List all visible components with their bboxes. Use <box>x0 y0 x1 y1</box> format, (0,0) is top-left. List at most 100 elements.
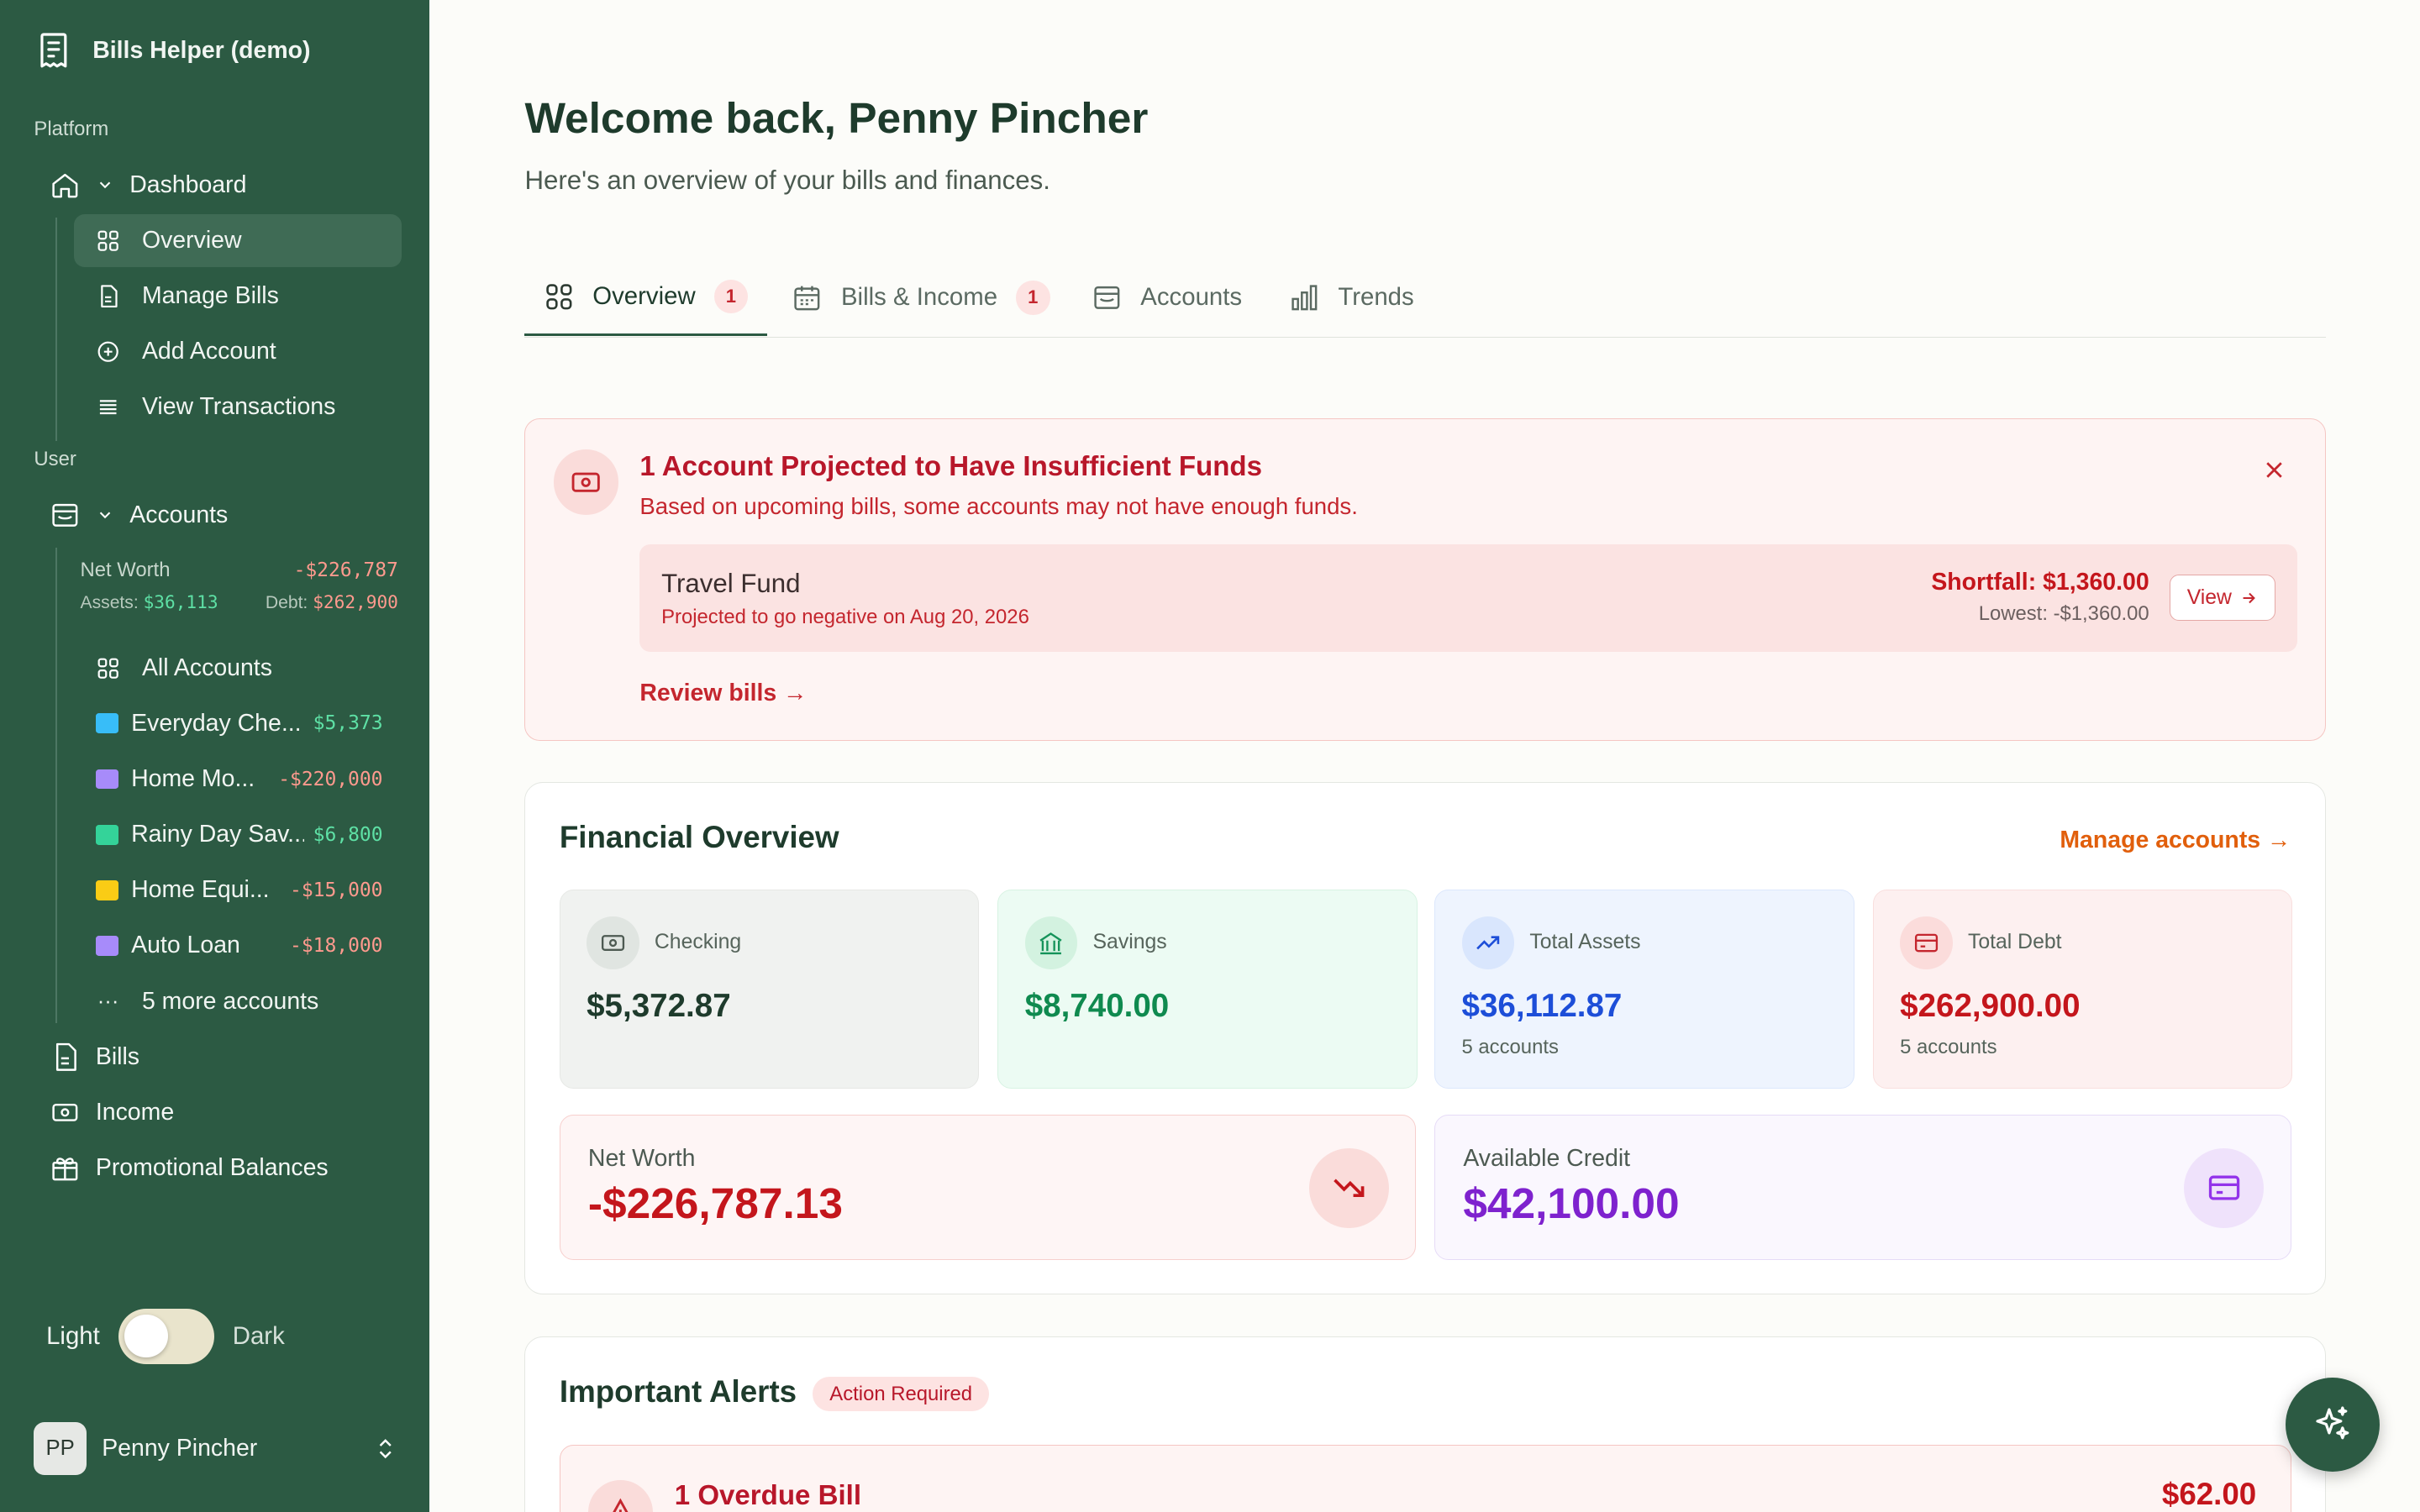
stat-subtext: 5 accounts <box>1900 1035 1997 1058</box>
available-credit-value: $42,100.00 <box>1463 1178 1680 1227</box>
sidebar-item-add-account[interactable]: Add Account <box>74 326 401 378</box>
warning-icon <box>587 1479 654 1512</box>
banknote-icon <box>587 916 639 969</box>
bank-icon <box>1024 916 1078 969</box>
account-amount: $6,800 <box>313 823 383 846</box>
stat-total-debt[interactable]: Total Debt $262,900.00 5 accounts <box>1872 889 2293 1089</box>
sidebar-item-view-transactions[interactable]: View Transactions <box>74 381 401 433</box>
user-menu[interactable]: PP Penny Pincher <box>34 1422 397 1475</box>
sidebar-item-overview[interactable]: Overview <box>74 214 402 267</box>
sidebar-item-label: Bills <box>95 1042 140 1070</box>
overdue-bill-alert[interactable]: 1 Overdue Bill $62.00 <box>559 1445 2291 1512</box>
sidebar-item-label: Overview <box>141 227 242 255</box>
stat-total-assets[interactable]: Total Assets $36,112.87 5 accounts <box>1434 889 1854 1089</box>
banknote-icon <box>52 1103 78 1121</box>
chevron-up-down-icon <box>380 1439 392 1459</box>
alert-icon-wrap <box>553 449 618 515</box>
debt-value: $262,900 <box>313 591 398 612</box>
stat-savings[interactable]: Savings $8,740.00 <box>997 889 1418 1089</box>
bar-chart-icon <box>1291 285 1317 311</box>
grid-icon <box>97 230 118 251</box>
section-label-user: User <box>34 447 76 470</box>
tab-trends[interactable]: Trends <box>1270 260 1414 337</box>
stat-label: Checking <box>654 930 742 953</box>
net-worth-label: Net Worth <box>587 1144 696 1172</box>
sidebar-item-label: 5 more accounts <box>141 987 319 1015</box>
tab-badge: 1 <box>713 279 749 314</box>
page-title: Welcome back, Penny Pincher <box>524 93 1149 143</box>
sidebar-account-everyday-checking[interactable]: Everyday Che... $5,373 <box>95 701 383 747</box>
overdue-amount: $62.00 <box>2161 1476 2257 1511</box>
sidebar-item-dashboard[interactable]: Dashboard <box>50 168 404 202</box>
tab-label: Trends <box>1338 283 1414 312</box>
close-icon[interactable] <box>2260 456 2288 484</box>
sidebar-item-promotional-balances[interactable]: Promotional Balances <box>50 1152 329 1184</box>
sidebar-account-rainy-day-savings[interactable]: Rainy Day Sav... $6,800 <box>95 811 383 858</box>
theme-switcher: Light Dark <box>46 1308 285 1364</box>
section-title: Important Alerts <box>559 1373 797 1409</box>
tab-bills-income[interactable]: Bills & Income 1 <box>773 260 1050 337</box>
sidebar-item-bills[interactable]: Bills <box>50 1042 139 1073</box>
ai-assistant-button[interactable] <box>2286 1378 2381 1473</box>
sidebar-item-all-accounts[interactable]: All Accounts <box>74 642 401 694</box>
brand[interactable]: Bills Helper (demo) <box>34 31 310 71</box>
sidebar-item-label: Add Account <box>141 338 276 365</box>
available-credit-card[interactable]: Available Credit $42,100.00 <box>1434 1115 2291 1260</box>
sidebar-item-label: View Transactions <box>141 393 336 421</box>
manage-accounts-link[interactable]: Manage accounts → <box>2060 827 2291 854</box>
sidebar-item-label: Dashboard <box>129 171 247 198</box>
tab-accounts[interactable]: Accounts <box>1072 260 1242 337</box>
theme-light-label: Light <box>46 1321 100 1350</box>
theme-toggle[interactable] <box>118 1308 214 1364</box>
sidebar-item-income[interactable]: Income <box>50 1097 174 1128</box>
plus-circle-icon <box>97 341 118 362</box>
grid-icon <box>545 283 571 310</box>
wallet-icon <box>52 503 78 527</box>
user-name: Penny Pincher <box>102 1435 258 1462</box>
list-icon <box>99 400 117 415</box>
grid-icon <box>97 658 118 679</box>
review-bills-link[interactable]: Review bills → <box>639 680 807 707</box>
sidebar-account-home-equity[interactable]: Home Equi... -$15,000 <box>95 867 383 913</box>
theme-dark-label: Dark <box>232 1321 285 1350</box>
receipt-logo-icon <box>40 33 67 68</box>
assets-value: $36,113 <box>143 591 218 612</box>
tree-line <box>55 217 57 442</box>
stat-checking[interactable]: Checking $5,372.87 <box>559 889 980 1089</box>
sidebar-item-label: All Accounts <box>141 654 272 681</box>
sidebar-account-home-mortgage[interactable]: Home Mo... -$220,000 <box>95 756 383 802</box>
tab-label: Overview <box>592 281 696 310</box>
insufficient-funds-alert: 1 Account Projected to Have Insufficient… <box>524 417 2326 741</box>
tab-bar: Overview 1 Bills & Income 1 Accounts Tre… <box>524 260 2326 339</box>
sidebar-item-manage-bills[interactable]: Manage Bills <box>74 270 401 322</box>
page-subtitle: Here's an overview of your bills and fin… <box>524 165 1050 195</box>
sidebar-item-more-accounts[interactable]: ··· 5 more accounts <box>74 975 401 1027</box>
toggle-knob <box>124 1314 168 1358</box>
tab-overview[interactable]: Overview 1 <box>524 260 767 337</box>
stat-subtext: 5 accounts <box>1461 1035 1559 1058</box>
file-icon <box>101 285 118 307</box>
file-icon <box>55 1042 76 1071</box>
tab-badge: 1 <box>1016 281 1050 315</box>
net-worth-card[interactable]: Net Worth -$226,787.13 <box>559 1115 1417 1260</box>
important-alerts-card: Important Alerts Action Required 1 Overd… <box>524 1336 2326 1512</box>
account-name: Everyday Che... <box>131 709 302 737</box>
stat-value: $36,112.87 <box>1461 987 1623 1024</box>
gift-icon <box>52 1158 78 1181</box>
sparkles-icon <box>2316 1406 2349 1440</box>
stat-value: $5,372.87 <box>587 987 731 1024</box>
stat-value: $8,740.00 <box>1024 987 1170 1024</box>
account-name: Rainy Day Sav... <box>131 821 304 848</box>
home-icon <box>52 173 78 198</box>
card-icon <box>95 713 119 734</box>
overdue-title: 1 Overdue Bill <box>674 1479 862 1511</box>
trending-down-icon <box>1308 1147 1390 1229</box>
sidebar-item-accounts[interactable]: Accounts <box>50 498 404 532</box>
bank-icon <box>95 935 119 956</box>
view-account-button[interactable]: View <box>2169 575 2276 622</box>
assets-label: Assets: <box>80 592 139 612</box>
section-title: Financial Overview <box>559 820 839 855</box>
account-name: Auto Loan <box>131 932 240 959</box>
main-content: Welcome back, Penny Pincher Here's an ov… <box>429 0 2420 1512</box>
sidebar-account-auto-loan[interactable]: Auto Loan -$18,000 <box>95 922 383 969</box>
